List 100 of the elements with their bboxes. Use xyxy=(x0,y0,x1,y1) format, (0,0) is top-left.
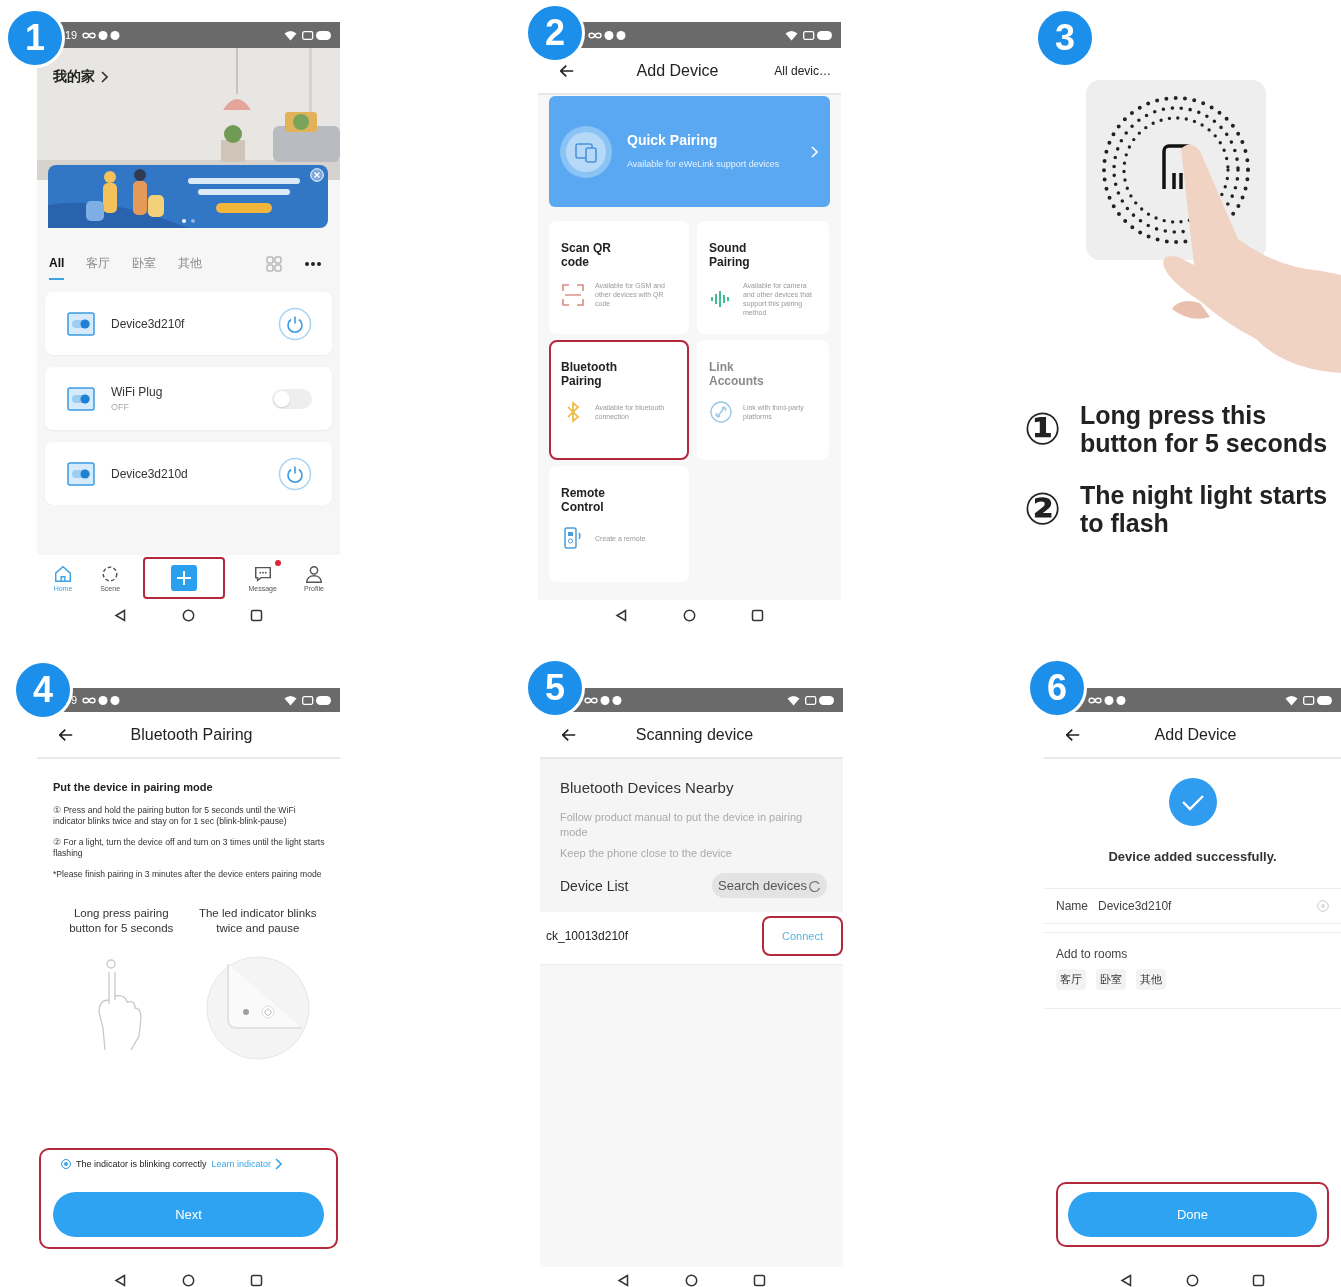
confirm-text: The indicator is blinking correctly xyxy=(76,1159,207,1169)
link-icon xyxy=(709,400,733,424)
chevron-icon xyxy=(810,145,818,158)
step-number-badge: 1 xyxy=(5,8,65,68)
scene-icon xyxy=(100,563,121,584)
phone-pair-icon xyxy=(559,124,613,179)
step-number-badge: 5 xyxy=(525,658,585,718)
section-heading: Bluetooth Devices Nearby xyxy=(560,779,735,796)
card-description: Available for eWeLink support devices xyxy=(627,158,781,171)
device-icon xyxy=(67,311,95,336)
list-label: Device List xyxy=(560,877,629,894)
section-heading: Put the device in pairing mode xyxy=(53,781,214,793)
battery-icon xyxy=(302,29,332,41)
step-number-badge: 6 xyxy=(1027,658,1087,718)
recent-apps-icon[interactable] xyxy=(1251,1274,1265,1287)
hint-text: Keep the phone close to the device xyxy=(560,846,733,861)
back-icon[interactable] xyxy=(114,1274,128,1287)
instruction-text: Long press this button for 5 seconds xyxy=(1080,401,1329,457)
checkbox[interactable] xyxy=(61,1159,71,1169)
battery-icon xyxy=(805,694,835,706)
wifi-icon xyxy=(284,694,297,706)
battery-icon xyxy=(1303,694,1333,706)
room-chip[interactable]: 卧室 xyxy=(1096,969,1126,990)
device-name: ck_10013d210f xyxy=(546,929,629,943)
device-name: WiFi Plug xyxy=(111,385,164,399)
back-icon[interactable] xyxy=(560,63,574,78)
screen-title: Bluetooth Pairing xyxy=(129,725,254,744)
step-number-badge: 2 xyxy=(525,3,585,63)
instruction-text: ① Press and hold the pairing button for 5 seconds until the WiFi indicator blinks twice and stay on for 1 sec (blink-blink-pause) xyxy=(53,805,297,827)
power-button-icon[interactable] xyxy=(278,306,312,341)
home-icon xyxy=(53,563,73,584)
room-tab[interactable]: 其他 xyxy=(178,254,203,282)
room-chip[interactable]: 其他 xyxy=(1136,969,1166,990)
back-icon[interactable] xyxy=(615,608,629,622)
wifi-icon xyxy=(284,29,297,41)
status-time: 19 xyxy=(65,29,78,41)
wifi-icon xyxy=(787,694,800,706)
method-title: Remote Control xyxy=(561,486,606,514)
device-card[interactable]: WiFi Plug OFF xyxy=(45,367,332,430)
plus-icon xyxy=(171,564,198,591)
room-tab[interactable]: 卧室 xyxy=(132,254,157,282)
screen-title: Add Device xyxy=(635,61,720,80)
name-field[interactable]: Device3d210f xyxy=(1098,899,1307,913)
hint-text: Follow product manual to put the device in pairing mode xyxy=(560,810,804,840)
instruction-text: The night light starts to flash xyxy=(1080,481,1329,537)
notification-icons xyxy=(584,694,624,706)
qr-scan-icon xyxy=(561,282,585,307)
method-title: Scan QR code xyxy=(561,241,612,269)
room-chip[interactable]: 客厅 xyxy=(1056,969,1086,990)
field-label: Add to rooms xyxy=(1056,947,1129,961)
wifi-icon xyxy=(785,29,798,41)
step-marker: ① xyxy=(1024,407,1063,451)
device-card[interactable]: Device3d210f xyxy=(45,292,332,355)
back-icon[interactable] xyxy=(562,727,576,742)
toggle-switch[interactable] xyxy=(272,388,312,409)
device-card[interactable]: Device3d210d xyxy=(45,442,332,505)
back-icon[interactable] xyxy=(1120,1274,1134,1287)
spinner-icon xyxy=(809,879,821,892)
more-icon[interactable] xyxy=(304,261,322,267)
back-icon[interactable] xyxy=(1066,727,1080,742)
instruction-text: *Please finish pairing in 3 minutes after the device enters pairing mode xyxy=(53,869,323,880)
success-message: Device added successfully. xyxy=(1107,849,1278,864)
notification-icons xyxy=(588,29,628,41)
recent-apps-icon[interactable] xyxy=(752,1274,766,1287)
search-devices-button[interactable]: Search devices xyxy=(712,873,827,898)
screen-title: Scanning device xyxy=(634,725,755,744)
add-device-button[interactable] xyxy=(143,556,226,599)
status-time: 9 xyxy=(71,694,78,706)
device-status: OFF xyxy=(111,402,130,412)
method-title: Bluetooth Pairing xyxy=(561,360,618,388)
home-icon[interactable] xyxy=(1186,1274,1199,1287)
field-label: Name xyxy=(1056,899,1088,913)
home-icon[interactable] xyxy=(683,608,696,622)
method-title: Sound Pairing xyxy=(709,241,751,269)
home-icon[interactable] xyxy=(685,1274,698,1287)
device-icon xyxy=(67,461,95,486)
notification-icons xyxy=(1088,694,1128,706)
illustration-caption: The led indicator blinks twice and pause xyxy=(197,906,318,936)
back-icon[interactable] xyxy=(59,727,73,742)
step-number-badge: 4 xyxy=(13,660,73,720)
wifi-icon xyxy=(1285,694,1298,706)
method-title: Link Accounts xyxy=(709,360,765,388)
success-check-icon xyxy=(1167,777,1218,827)
all-devices-link[interactable]: All devic… xyxy=(761,63,831,78)
illustration-caption: Long press pairing button for 5 seconds xyxy=(68,906,175,936)
battery-icon xyxy=(803,29,833,41)
recent-apps-icon[interactable] xyxy=(750,608,764,622)
device-name: Device3d210f xyxy=(111,316,186,331)
chevron-icon xyxy=(274,1158,283,1170)
power-button-icon[interactable] xyxy=(278,456,312,491)
step-marker: ② xyxy=(1024,487,1063,531)
profile-icon xyxy=(303,563,324,584)
home-icon[interactable] xyxy=(182,608,195,622)
home-icon[interactable] xyxy=(182,1274,195,1287)
back-icon[interactable] xyxy=(617,1274,631,1287)
recent-apps-icon[interactable] xyxy=(249,608,263,622)
recent-apps-icon[interactable] xyxy=(249,1274,263,1287)
back-icon[interactable] xyxy=(114,608,128,622)
device-icon xyxy=(67,386,95,411)
card-title: Quick Pairing xyxy=(627,132,719,148)
